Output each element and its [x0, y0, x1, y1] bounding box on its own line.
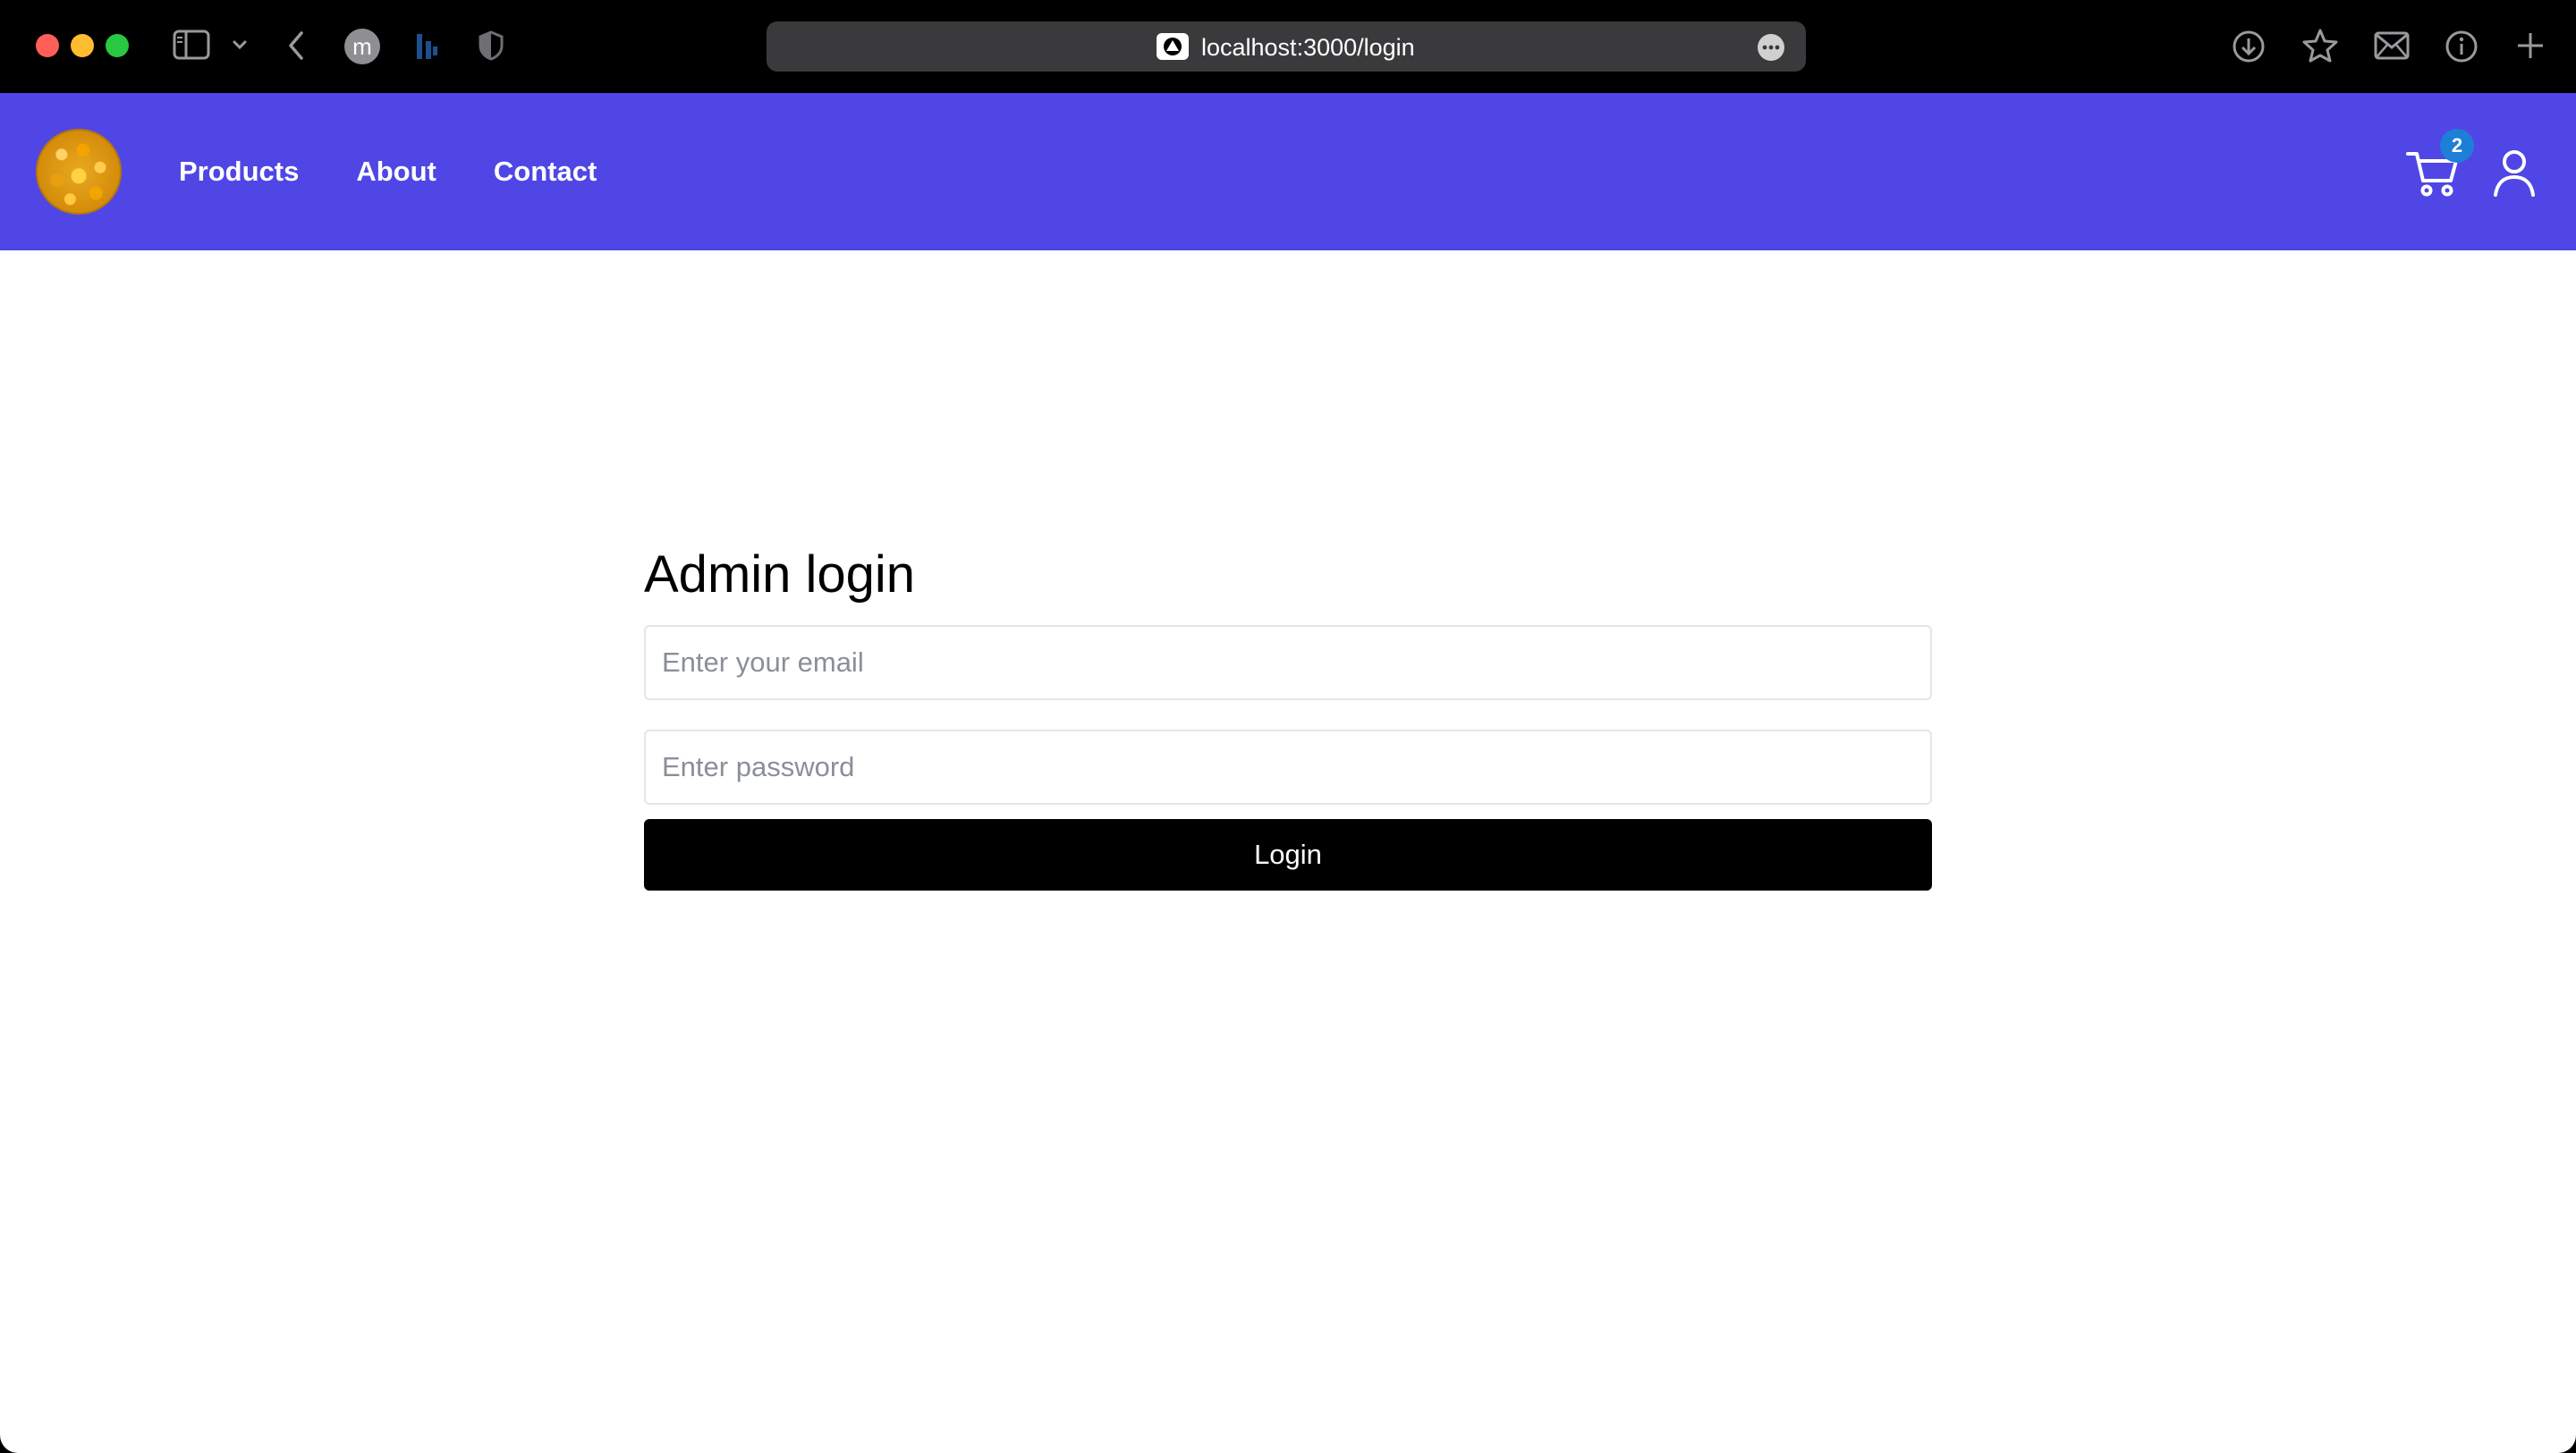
shield-icon[interactable] — [476, 30, 506, 62]
nav-link-contact[interactable]: Contact — [494, 156, 597, 188]
mail-icon[interactable] — [2373, 30, 2411, 62]
nav-links: Products About Contact — [179, 93, 597, 250]
nav-link-products[interactable]: Products — [179, 156, 299, 188]
login-button[interactable]: Login — [644, 819, 1932, 891]
page-viewport: Products About Contact 2 Admin login Log… — [0, 93, 2576, 1453]
minimize-window-button[interactable] — [71, 34, 94, 57]
password-field[interactable] — [644, 730, 1932, 805]
more-icon[interactable] — [1758, 34, 1784, 61]
address-bar[interactable]: localhost:3000/login — [767, 21, 1806, 72]
site-navbar: Products About Contact 2 — [0, 93, 2576, 250]
page-title: Admin login — [644, 545, 916, 604]
star-icon[interactable] — [2301, 27, 2339, 64]
user-icon[interactable] — [2492, 148, 2537, 199]
download-icon[interactable] — [2231, 29, 2267, 64]
url-text: localhost:3000/login — [1201, 34, 1415, 61]
chevron-down-icon[interactable] — [229, 32, 250, 57]
plus-icon[interactable] — [2513, 29, 2547, 63]
login-form: Admin login Login — [644, 549, 1932, 891]
logo[interactable] — [36, 129, 122, 215]
sidebar-icon[interactable] — [173, 30, 210, 60]
extension-icon[interactable]: m — [344, 29, 380, 64]
page-favicon — [1157, 33, 1189, 60]
cart-count-badge: 2 — [2440, 129, 2474, 163]
back-icon[interactable] — [283, 29, 309, 63]
extension-letter: m — [352, 32, 372, 60]
close-window-button[interactable] — [36, 34, 59, 57]
bars-icon[interactable] — [411, 30, 442, 62]
info-icon[interactable] — [2444, 29, 2479, 64]
browser-window: m localhost:3000/login Products About Co… — [0, 0, 2576, 1453]
maximize-window-button[interactable] — [106, 34, 129, 57]
browser-toolbar: m localhost:3000/login — [0, 0, 2576, 93]
email-field[interactable] — [644, 625, 1932, 700]
nav-link-about[interactable]: About — [356, 156, 436, 188]
